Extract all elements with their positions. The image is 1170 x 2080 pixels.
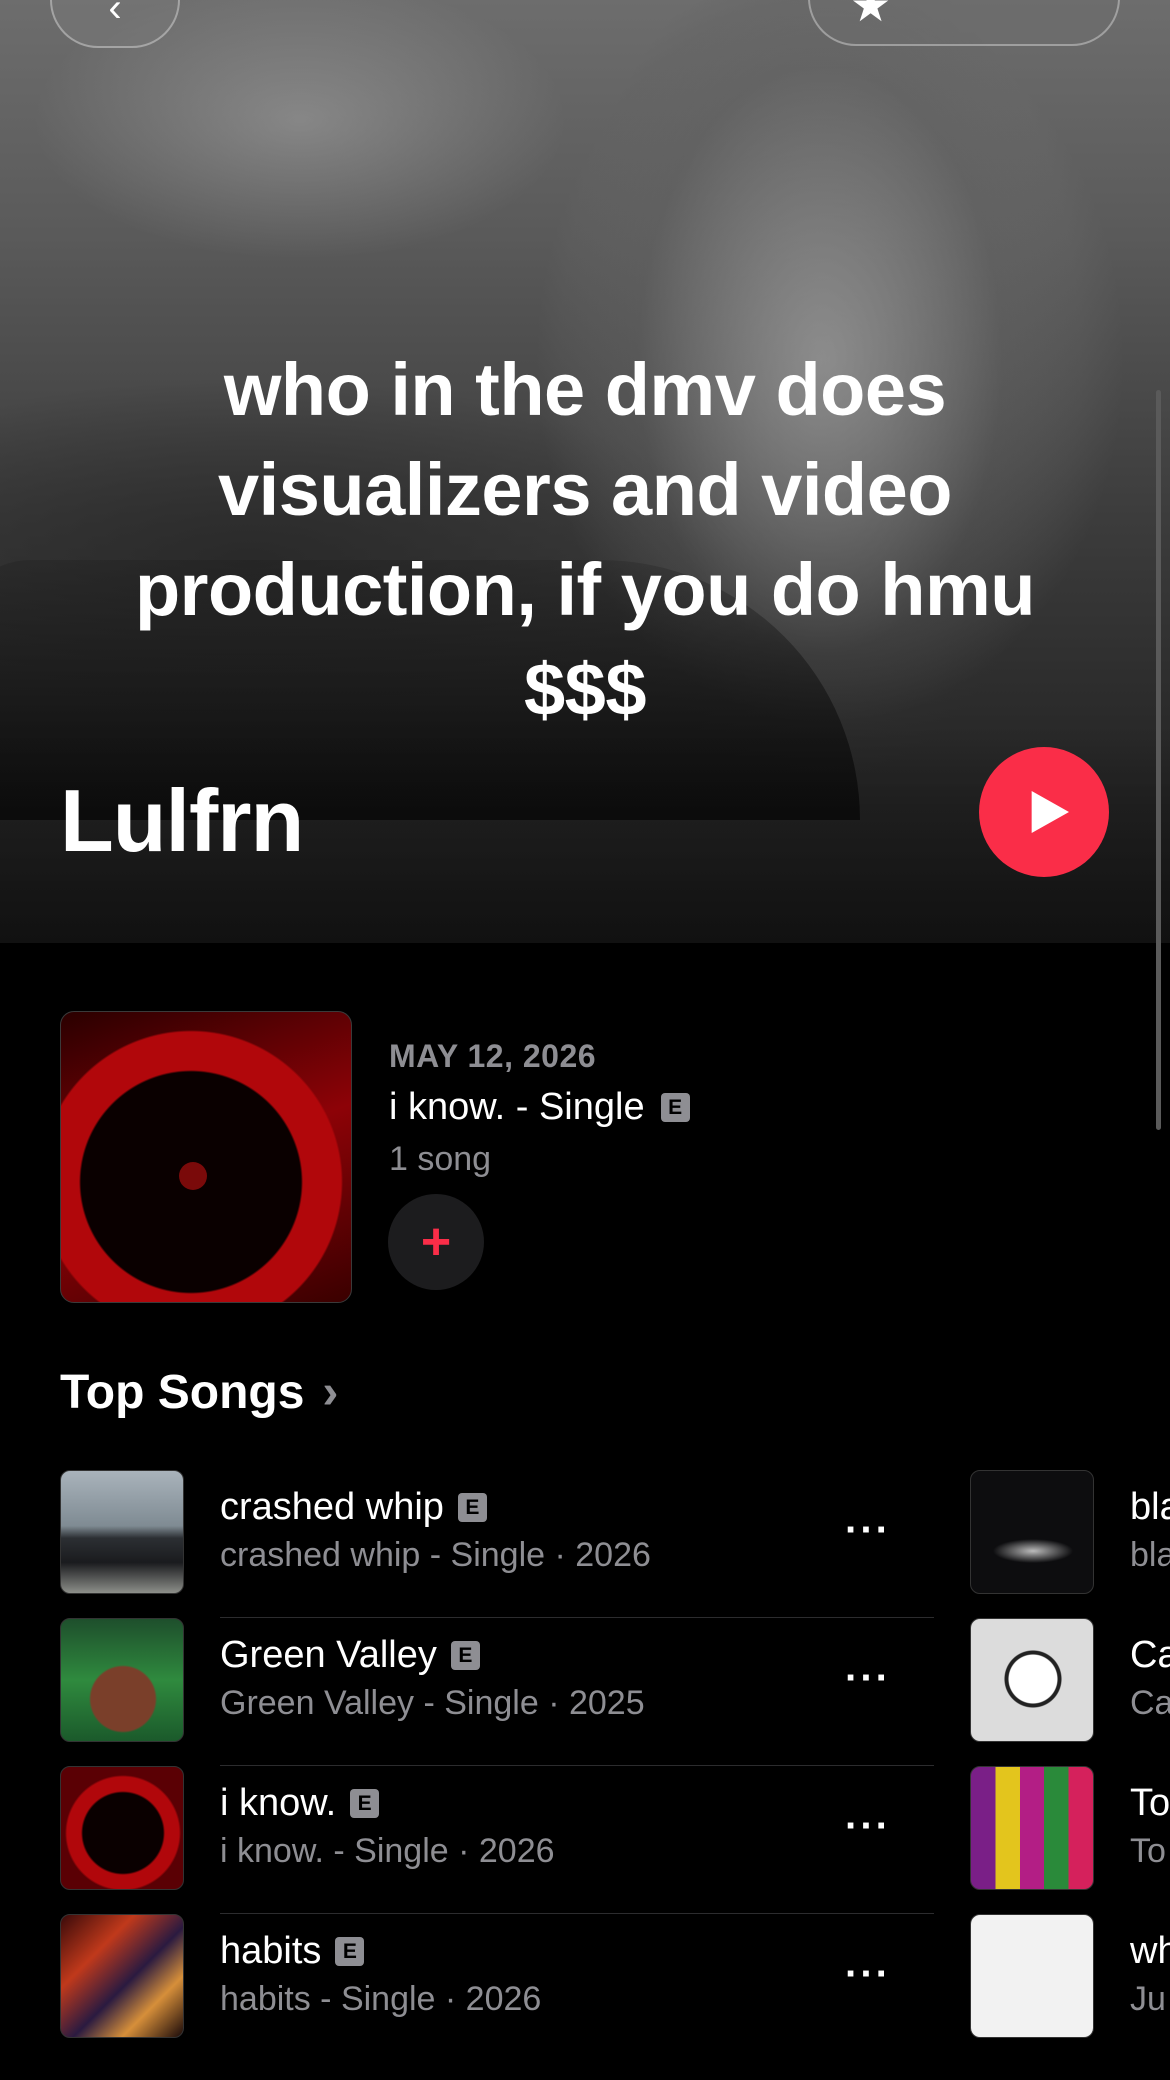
song-row[interactable]: habits E habits - Single · 2026 ···	[60, 1914, 934, 2038]
play-icon	[1031, 791, 1069, 833]
song-artwork-next-column[interactable]	[970, 1618, 1094, 1742]
song-title[interactable]: To	[1130, 1782, 1170, 1825]
song-title: habits	[220, 1930, 322, 1972]
song-subtitle: habits - Single · 2026	[220, 1980, 542, 2018]
release-title: i know. - Single	[389, 1086, 645, 1128]
top-action-pill[interactable]: ★	[808, 0, 1120, 46]
song-row[interactable]: i know. E i know. - Single · 2026 ···	[60, 1766, 934, 1914]
song-artwork-next-column[interactable]	[970, 1766, 1094, 1890]
song-row[interactable]: Green Valley E Green Valley - Single · 2…	[60, 1618, 934, 1766]
more-options-icon[interactable]: ···	[845, 1954, 891, 1994]
plus-icon: +	[420, 1213, 452, 1271]
play-button[interactable]	[979, 747, 1109, 877]
release-title-row[interactable]: i know. - Single E	[389, 1086, 690, 1129]
song-subtitle: To	[1130, 1832, 1166, 1870]
release-song-count: 1 song	[389, 1140, 492, 1178]
artist-status-text: who in the dmv does visualizers and vide…	[134, 348, 1036, 731]
song-title[interactable]: wh	[1130, 1930, 1170, 1973]
song-title: Green Valley	[220, 1634, 437, 1676]
song-title-row: habits E	[220, 1930, 365, 1973]
song-row[interactable]: crashed whip E crashed whip - Single · 2…	[60, 1470, 934, 1618]
song-artwork	[60, 1470, 184, 1594]
more-options-icon[interactable]: ···	[845, 1510, 891, 1550]
more-options-icon[interactable]: ···	[845, 1658, 891, 1698]
song-subtitle: Ju	[1130, 1980, 1166, 2018]
chevron-right-icon: ›	[322, 1366, 339, 1419]
explicit-badge: E	[457, 1493, 487, 1522]
song-artwork	[60, 1618, 184, 1742]
song-subtitle: bla	[1130, 1536, 1170, 1574]
song-title-row: crashed whip E	[220, 1486, 487, 1529]
song-title-row: i know. E	[220, 1782, 380, 1825]
top-songs-header[interactable]: Top Songs ›	[60, 1365, 338, 1420]
back-button[interactable]: ‹	[50, 0, 180, 48]
star-icon: ★	[850, 0, 892, 31]
song-title: crashed whip	[220, 1486, 444, 1528]
add-to-library-button[interactable]: +	[388, 1194, 484, 1290]
song-artwork-next-column[interactable]	[970, 1470, 1094, 1594]
artist-name: Lulfrn	[60, 771, 304, 870]
song-title[interactable]: Ca	[1130, 1634, 1170, 1677]
latest-release-artwork[interactable]	[60, 1011, 352, 1303]
artwork-detail	[179, 1162, 207, 1190]
song-subtitle: i know. - Single · 2026	[220, 1832, 555, 1870]
explicit-badge: E	[660, 1093, 690, 1122]
song-artwork	[60, 1914, 184, 2038]
song-artwork	[60, 1766, 184, 1890]
song-title: i know.	[220, 1782, 337, 1824]
song-subtitle: Ca	[1130, 1684, 1170, 1722]
scroll-indicator[interactable]	[1156, 390, 1161, 1130]
song-title-row: Green Valley E	[220, 1634, 480, 1677]
artist-hero: ‹ ★ who in the dmv does visualizers and …	[0, 0, 1170, 943]
explicit-badge: E	[450, 1641, 480, 1670]
section-title: Top Songs	[60, 1366, 305, 1419]
chevron-left-icon: ‹	[108, 0, 122, 30]
explicit-badge: E	[335, 1937, 365, 1966]
release-date: MAY 12, 2026	[389, 1038, 597, 1074]
song-subtitle: Green Valley - Single · 2025	[220, 1684, 645, 1722]
song-subtitle: crashed whip - Single · 2026	[220, 1536, 651, 1574]
song-title[interactable]: bla	[1130, 1486, 1170, 1529]
more-options-icon[interactable]: ···	[845, 1806, 891, 1846]
explicit-badge: E	[350, 1789, 380, 1818]
song-artwork-next-column[interactable]	[970, 1914, 1094, 2038]
